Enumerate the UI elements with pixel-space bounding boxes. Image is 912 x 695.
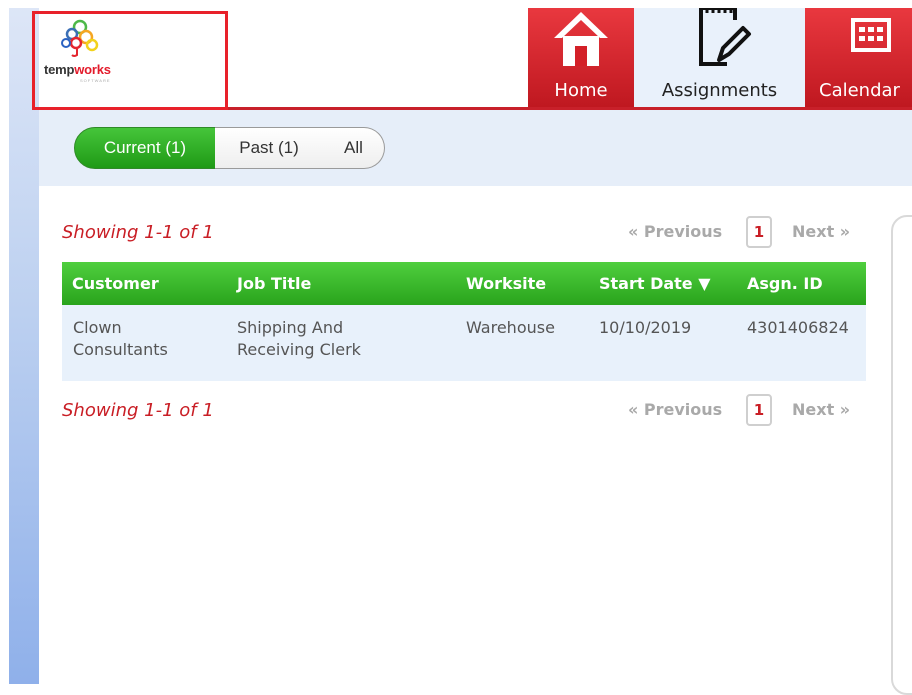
cell-job-title-line: Shipping And (237, 318, 344, 337)
cell-customer-line: Consultants (73, 340, 168, 359)
assignments-table-header: Customer Job Title Worksite Start Date ▼… (62, 262, 866, 305)
column-header-asgn-id[interactable]: Asgn. ID (747, 262, 823, 305)
cell-job-title-line: Receiving Clerk (237, 340, 361, 359)
cell-customer: Clown Consultants (73, 317, 168, 361)
cell-start-date: 10/10/2019 (599, 318, 692, 337)
showing-count-top: Showing 1-1 of 1 (62, 222, 214, 243)
next-page-link[interactable]: Next » (792, 400, 850, 419)
tab-home-label: Home (554, 80, 608, 101)
tab-assignments[interactable]: Assignments (634, 8, 805, 107)
logo-highlight-box (32, 11, 228, 110)
page-number-button[interactable]: 1 (746, 394, 772, 426)
calendar-icon (851, 18, 891, 52)
previous-page-link[interactable]: « Previous (628, 400, 722, 419)
cell-asgn-id: 4301406824 (747, 318, 849, 337)
tab-calendar-label: Calendar (819, 80, 900, 101)
page-gutter (0, 0, 9, 684)
showing-count-bottom: Showing 1-1 of 1 (62, 400, 214, 421)
tab-assignments-label: Assignments (661, 80, 778, 101)
notepad-pencil-icon (698, 8, 751, 66)
column-header-customer[interactable]: Customer (72, 262, 159, 305)
previous-page-link[interactable]: « Previous (628, 222, 722, 241)
column-header-start-date[interactable]: Start Date ▼ (599, 262, 711, 305)
filter-all-button[interactable]: All (323, 127, 385, 169)
filter-current-button[interactable]: Current (1) (74, 127, 216, 169)
column-header-worksite[interactable]: Worksite (466, 262, 546, 305)
tab-home[interactable]: Home (528, 8, 634, 107)
home-icon (554, 12, 608, 66)
tab-calendar[interactable]: Calendar (805, 8, 912, 107)
cell-worksite: Warehouse (466, 318, 555, 337)
cell-customer-line: Clown (73, 318, 122, 337)
column-header-job-title[interactable]: Job Title (237, 262, 311, 305)
page-number-button[interactable]: 1 (746, 216, 772, 248)
filter-past-button[interactable]: Past (1) (215, 127, 324, 169)
cell-job-title: Shipping And Receiving Clerk (237, 317, 361, 361)
table-row[interactable]: Clown Consultants Shipping And Receiving… (62, 305, 866, 381)
right-side-panel (891, 215, 912, 695)
next-page-link[interactable]: Next » (792, 222, 850, 241)
